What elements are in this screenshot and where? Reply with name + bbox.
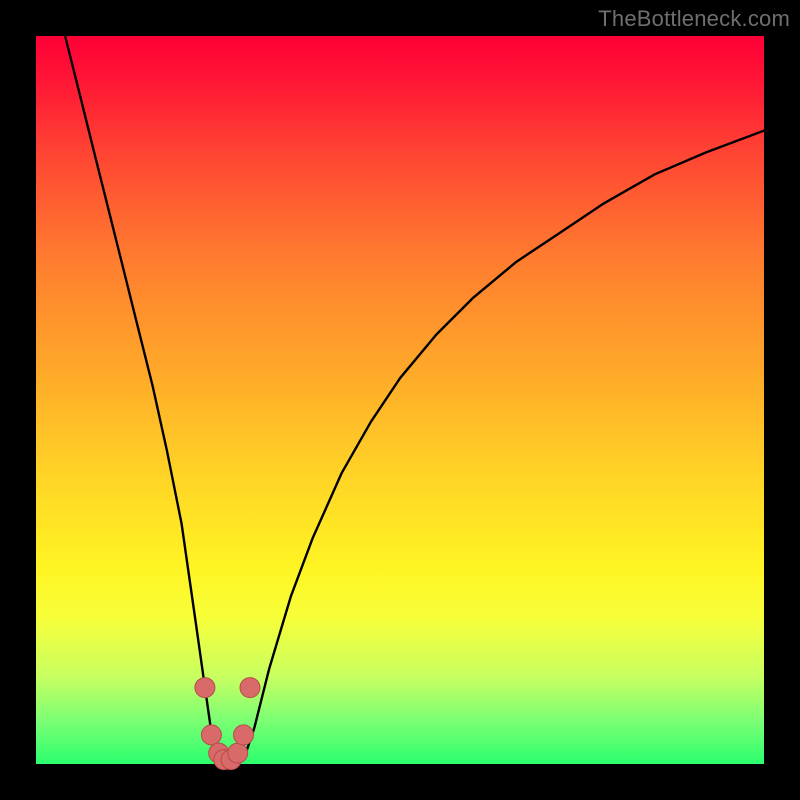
trough-marker [195,678,215,698]
trough-marker [201,725,221,745]
trough-marker [228,743,248,763]
chart-svg [36,36,764,764]
chart-frame: TheBottleneck.com [0,0,800,800]
watermark-label: TheBottleneck.com [598,6,790,32]
bottleneck-curve [65,36,764,760]
marker-group [195,678,260,770]
trough-marker [240,678,260,698]
plot-area [36,36,764,764]
trough-marker [234,725,254,745]
